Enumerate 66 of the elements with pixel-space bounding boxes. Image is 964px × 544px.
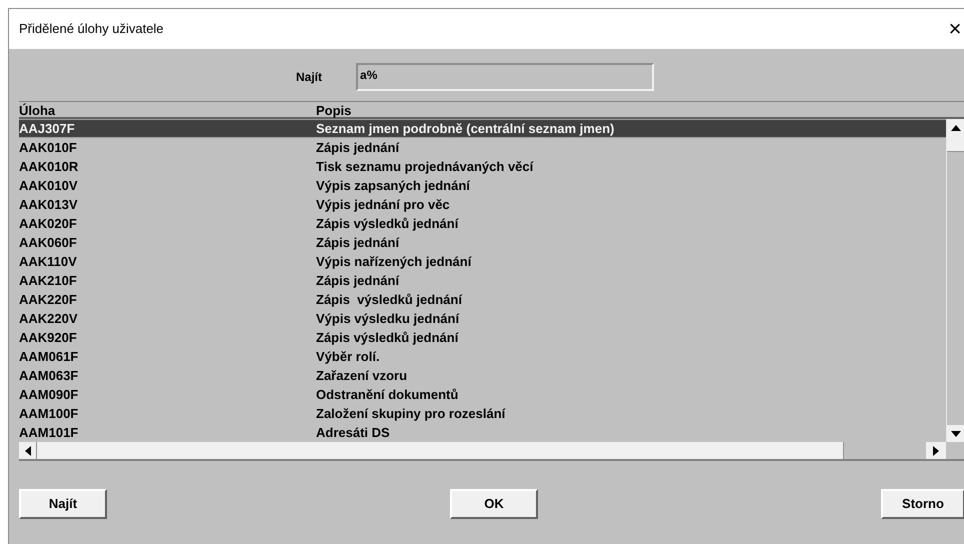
scroll-down-icon[interactable]: [947, 425, 964, 442]
column-header[interactable]: Úloha: [19, 102, 316, 117]
table-row[interactable]: AAM101F Adresáti DS: [19, 423, 946, 442]
table-row[interactable]: AAM061F Výběr rolí.: [19, 347, 946, 366]
table-cell-text: AAK110V: [19, 252, 78, 271]
table-cell-text: Zápis výsledků jednání: [316, 290, 462, 309]
table-row[interactable]: AAK220V Výpis výsledku jednání: [19, 309, 946, 328]
table-cell-text: Tisk seznamu projednávaných věcí: [316, 158, 534, 176]
scroll-thumb[interactable]: [947, 136, 964, 152]
table-row[interactable]: AAK210F Zápis jednání: [19, 271, 946, 290]
table-cell-text: Výpis výsledku jednání: [316, 310, 460, 328]
table-cell-text: Založení skupiny pro rozeslání: [316, 404, 506, 423]
table-cell-text: AAM061F: [19, 348, 80, 366]
table-cell-text: Zápis jednání: [316, 138, 400, 157]
table-cell-text: AAM101F: [19, 424, 80, 442]
table-cell-text: AAK010R: [19, 158, 80, 176]
search-label: Najít: [296, 69, 322, 86]
table-row[interactable]: AAK010V Výpis zapsaných jednání: [19, 176, 946, 195]
search-field[interactable]: a%: [356, 63, 654, 91]
table-cell-text: Zápis jednání: [316, 234, 400, 252]
cancel-button[interactable]: Storno: [881, 489, 964, 519]
column-header[interactable]: Popis: [316, 102, 352, 117]
table-cell-text: AAK013V: [19, 196, 79, 214]
table-row[interactable]: AAK060F Zápis jednání: [19, 233, 946, 252]
table-cell-text: Odstranění dokumentů: [316, 386, 458, 404]
table-cell-text: AAK920F: [19, 328, 78, 347]
table-cell-text: Zápis jednání: [316, 272, 400, 290]
table-row[interactable]: AAJ307F Seznam jmen podrobně (centrální seznam jmen): [19, 119, 946, 138]
table-row[interactable]: AAM100F Založení skupiny pro rozeslání: [19, 404, 946, 423]
table-cell-text: AAK210F: [19, 272, 78, 290]
table-row[interactable]: AAK020F Zápis výsledků jednání: [19, 214, 946, 233]
table-cell-text: AAM100F: [19, 404, 80, 423]
table-cell-text: Zápis výsledků jednání: [316, 214, 458, 233]
table-cell-text: Adresáti DS: [316, 424, 390, 442]
vertical-scrollbar[interactable]: [946, 119, 964, 442]
table-cell-text: AAK010F: [19, 138, 78, 157]
table-cell-text: Výpis nařízených jednání: [316, 252, 472, 271]
table-cell-text: AAK010V: [19, 176, 79, 195]
table-cell-text: AAM090F: [19, 386, 80, 404]
table-cell-text: Výběr rolí.: [316, 348, 380, 366]
table-cell-text: AAJ307F: [19, 120, 76, 138]
table-row[interactable]: AAK013V Výpis jednání pro věc: [19, 195, 946, 214]
window-title: Přidělené úlohy uživatele: [19, 20, 164, 38]
table-cell-text: AAK060F: [19, 234, 78, 252]
table-row[interactable]: AAK920F Zápis výsledků jednání: [19, 328, 946, 347]
table-cell-text: AAK220V: [19, 310, 79, 328]
table-cell-text: Výpis zapsaných jednání: [316, 176, 470, 195]
table-cell-text: AAK020F: [19, 214, 78, 233]
table-row[interactable]: AAK220F Zápis výsledků jednání: [19, 290, 946, 309]
ok-button[interactable]: OK: [450, 489, 538, 519]
scroll-up-icon[interactable]: [947, 119, 964, 136]
scroll-right-icon[interactable]: [926, 442, 946, 459]
table-row[interactable]: AAK010R Tisk seznamu projednávaných věcí: [19, 157, 946, 176]
table-cell-text: AAM063F: [19, 366, 80, 385]
close-button[interactable]: ×: [945, 18, 964, 40]
table-row[interactable]: AAM090F Odstranění dokumentů: [19, 385, 946, 404]
table-cell-text: Výpis jednání pro věc: [316, 196, 450, 214]
table-row[interactable]: AAK110V Výpis nařízených jednání: [19, 252, 946, 271]
find-button[interactable]: Najít: [19, 489, 107, 519]
scroll-left-icon[interactable]: [19, 442, 37, 459]
table-row[interactable]: AAK010F Zápis jednání: [19, 138, 946, 157]
table-cell-text: Seznam jmen podrobně (centrální seznam jmen): [316, 120, 614, 138]
table-cell-text: Zápis výsledků jednání: [316, 328, 458, 347]
table-row[interactable]: AAM063F Zařazení vzoru: [19, 366, 946, 385]
table-cell-text: AAK220F: [19, 290, 78, 309]
table-cell-text: Zařazení vzoru: [316, 366, 408, 385]
